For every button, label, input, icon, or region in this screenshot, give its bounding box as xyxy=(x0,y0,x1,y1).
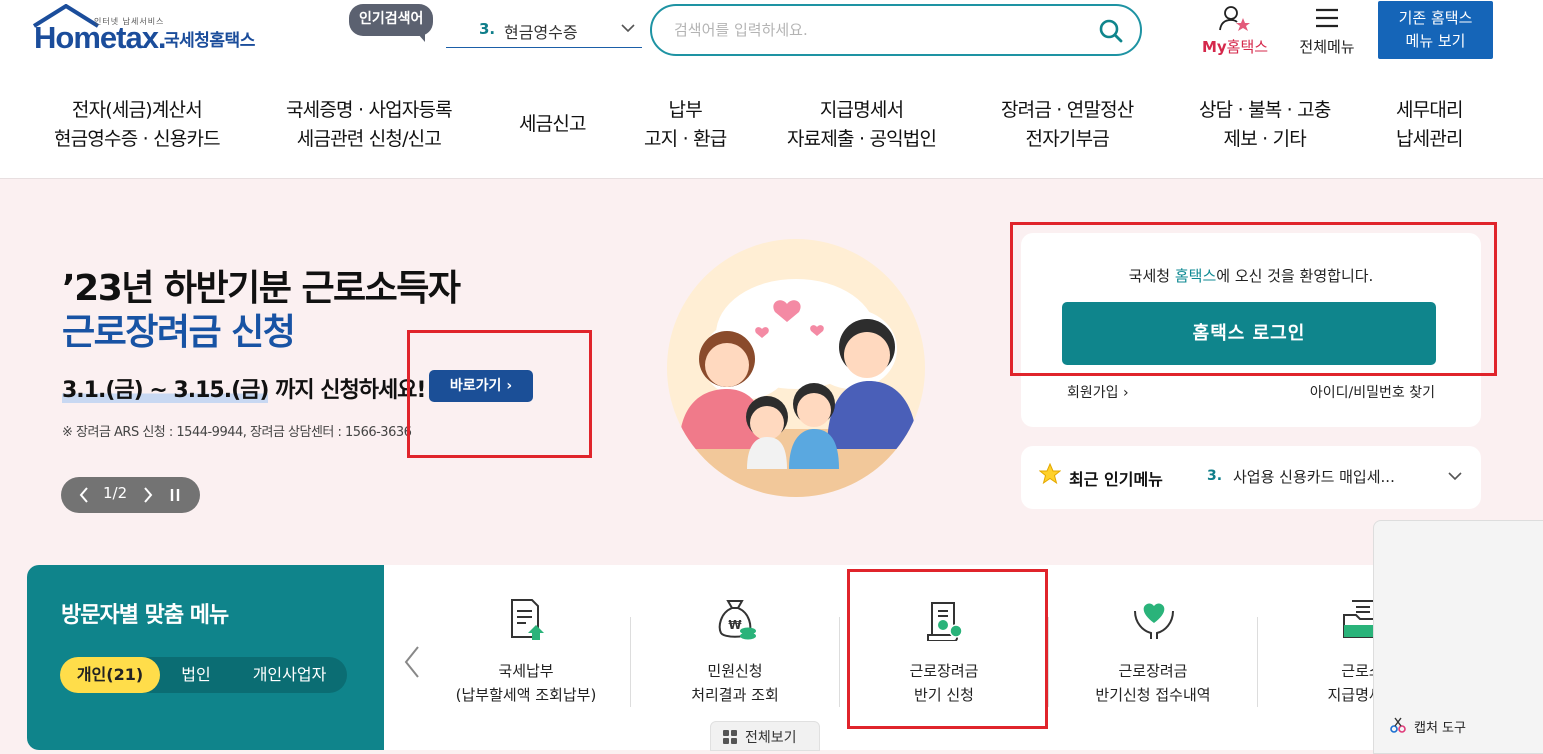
recent-popular-menu[interactable]: 최근 인기메뉴 3. 사업용 신용카드 매입세... xyxy=(1021,446,1481,509)
hero-period-suffix: 까지 신청하세요! xyxy=(268,378,426,403)
gnb-item-consulting[interactable]: 상담 · 불복 · 고충 제보 · 기타 xyxy=(1199,96,1331,154)
join-link[interactable]: 회원가입 › xyxy=(1067,382,1129,402)
goto-button[interactable]: 바로가기 › xyxy=(429,370,533,402)
gnb-item-e-invoice[interactable]: 전자(세금)계산서 현금영수증 · 신용카드 xyxy=(54,96,221,154)
hometax-label: 홈택스 xyxy=(1226,38,1269,56)
old-hometax-menu-button[interactable]: 기존 홈택스 메뉴 보기 xyxy=(1378,1,1493,59)
money-bag-icon: ₩ xyxy=(718,600,756,640)
hometax-logo[interactable]: 인터넷 납세서비스 Hometax. 국세청홈택스 xyxy=(30,4,280,60)
search-icon[interactable] xyxy=(1098,18,1124,44)
hometax-login-button[interactable]: 홈택스 로그인 xyxy=(1062,302,1436,365)
chevron-right-icon: › xyxy=(1122,385,1129,401)
svg-text:₩: ₩ xyxy=(728,618,742,632)
gnb-item-payment-statement[interactable]: 지급명세서 자료제출 · 공익법인 xyxy=(787,96,937,154)
visitor-menu-panel: 방문자별 맞춤 메뉴 개인(21) 법인 개인사업자 xyxy=(27,565,384,750)
slide-counter: 1/2 xyxy=(103,484,128,502)
chevron-left-icon[interactable] xyxy=(402,645,422,679)
menu-card-incentive-apply[interactable]: 근로장려금 반기 신청 xyxy=(840,565,1048,750)
all-menu-button[interactable]: 전체메뉴 xyxy=(1290,4,1364,60)
welcome-message: 국세청 홈택스에 오신 것을 환영합니다. xyxy=(1128,267,1374,285)
logo-wordmark: Hometax. xyxy=(34,20,167,55)
header: 인터넷 납세서비스 Hometax. 국세청홈택스 인기검색어 3. 현금영수증… xyxy=(0,0,1543,70)
my-hometax-button[interactable]: My홈택스 xyxy=(1194,4,1276,60)
tab-individual[interactable]: 개인(21) xyxy=(60,657,160,693)
hero-title-line2: 근로장려금 신청 xyxy=(62,312,296,353)
chevron-right-icon: › xyxy=(506,378,513,394)
hero-period: 3.1.(금) ~ 3.15.(금) 까지 신청하세요! xyxy=(62,372,426,404)
gnb-item-incentive[interactable]: 장려금 · 연말정산 전자기부금 xyxy=(1001,96,1134,154)
search-box xyxy=(650,4,1142,56)
family-icon xyxy=(667,279,925,497)
recent-menu-title: 최근 인기메뉴 xyxy=(1069,470,1163,489)
slide-next-icon[interactable] xyxy=(141,484,155,506)
menu-card-incentive-receipt[interactable]: 근로장려금 반기신청 접수내역 xyxy=(1049,565,1257,750)
popular-search-select[interactable]: 3. 현금영수증 xyxy=(446,12,642,48)
menu-card-tax-payment[interactable]: 국세납부 (납부할세액 조회납부) xyxy=(422,565,630,750)
old-menu-line2: 메뉴 보기 xyxy=(1405,32,1466,50)
slide-prev-icon[interactable] xyxy=(77,484,91,506)
hero-period-dates: 3.1.(금) ~ 3.15.(금) xyxy=(62,378,269,403)
capture-tool-label: 캡처 도구 xyxy=(1414,721,1466,736)
login-card: 국세청 홈택스에 오신 것을 환영합니다. 홈택스 로그인 회원가입 › 아이디… xyxy=(1021,233,1481,427)
capture-tool-window[interactable]: 캡처 도구 xyxy=(1373,520,1543,754)
find-id-password-link[interactable]: 아이디/비밀번호 찾기 xyxy=(1310,382,1435,402)
grid-icon xyxy=(723,730,737,744)
chevron-down-icon xyxy=(621,24,635,33)
gnb-item-tax-filing[interactable]: 세금신고 xyxy=(519,110,587,139)
gnb-item-certificates[interactable]: 국세증명 · 사업자등록 세금관련 신청/신고 xyxy=(286,96,453,154)
recent-menu-value: 사업용 신용카드 매입세... xyxy=(1233,468,1395,486)
search-input[interactable] xyxy=(674,18,1074,42)
star-icon xyxy=(1039,463,1061,485)
quick-menu-strip: 국세납부 (납부할세액 조회납부) ₩ 민원신청 처리결과 조회 근로장려금 반기 신… xyxy=(384,565,1543,751)
logo-korean-name: 국세청홈택스 xyxy=(164,31,255,51)
pause-icon[interactable] xyxy=(169,488,181,502)
visitor-tabs: 개인(21) 법인 개인사업자 xyxy=(60,657,347,693)
family-illustration xyxy=(667,239,925,497)
popular-search-tag: 인기검색어 xyxy=(349,4,434,42)
recent-menu-rank: 3. xyxy=(1207,468,1223,484)
tab-sole-proprietor[interactable]: 개인사업자 xyxy=(232,657,347,693)
slider-control: 1/2 xyxy=(61,477,200,513)
scissors-icon xyxy=(1390,717,1406,733)
view-all-label: 전체보기 xyxy=(745,730,797,746)
visitor-menu-title: 방문자별 맞춤 메뉴 xyxy=(61,603,229,628)
global-navigation: 전자(세금)계산서 현금영수증 · 신용카드 국세증명 · 사업자등록 세금관련 신… xyxy=(0,88,1543,178)
certificate-icon xyxy=(927,602,963,641)
view-all-button[interactable]: 전체보기 xyxy=(710,721,820,751)
tab-corporation[interactable]: 법인 xyxy=(160,657,232,693)
hand-heart-icon xyxy=(1134,603,1174,639)
my-label: My xyxy=(1201,38,1227,56)
document-upload-icon xyxy=(511,599,544,640)
popular-keyword: 현금영수증 xyxy=(504,23,578,42)
all-menu-label: 전체메뉴 xyxy=(1299,38,1355,56)
old-menu-line1: 기존 홈택스 xyxy=(1398,9,1473,27)
popular-rank: 3. xyxy=(479,20,496,38)
hero-note: ※ 장려금 ARS 신청 : 1544-9944, 장려금 상담센터 : 156… xyxy=(62,425,412,440)
hamburger-menu-icon xyxy=(1316,8,1338,28)
user-star-icon xyxy=(1219,6,1250,31)
gnb-item-payment[interactable]: 납부 고지 · 환급 xyxy=(644,96,727,154)
gnb-item-tax-agent[interactable]: 세무대리 납세관리 xyxy=(1396,96,1464,154)
chevron-down-icon xyxy=(1448,472,1462,481)
